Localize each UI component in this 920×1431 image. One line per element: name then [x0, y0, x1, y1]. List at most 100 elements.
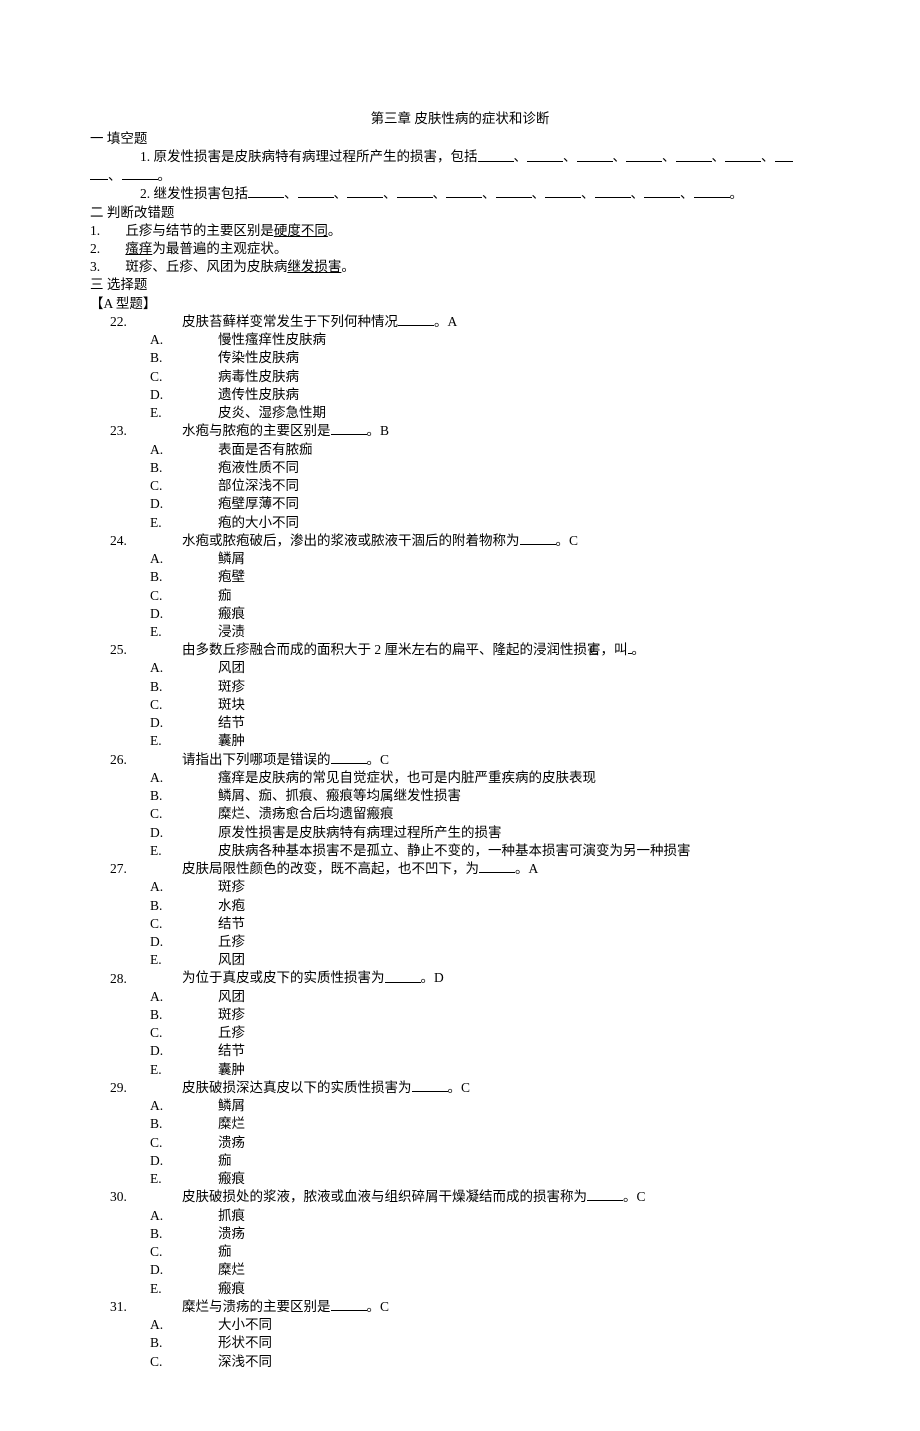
num: 3. [90, 258, 122, 276]
opt-text: 形状不同 [218, 1335, 272, 1350]
q-num: 27. [150, 860, 182, 878]
q-stem: 由多数丘疹融合而成的面积大于 2 厘米左右的扁平、隆起的浸润性损害，叫 [182, 642, 628, 657]
text: 。 [730, 186, 744, 201]
opt-text: 溃疡 [218, 1135, 245, 1150]
opt-label: E. [190, 404, 218, 422]
text: 。 [341, 259, 355, 274]
q-tail: 。C [367, 752, 390, 767]
question-30: 30.皮肤破损处的浆液，脓液或血液与组织碎屑干燥凝结而成的损害称为。C A.抓痕… [90, 1188, 830, 1297]
text: 继发性损害包括 [154, 186, 249, 201]
opt-text: 丘疹 [218, 934, 245, 949]
opt-label: C. [190, 1353, 218, 1371]
opt-label: A. [190, 1097, 218, 1115]
opt-label: A. [190, 550, 218, 568]
opt-text: 溃疡 [218, 1226, 245, 1241]
opt-text: 皮肤病各种基本损害不是孤立、静止不变的，一种基本损害可演变为另一种损害 [218, 843, 691, 858]
opt-label: B. [190, 678, 218, 696]
opt-text: 皮炎、湿疹急性期 [218, 405, 326, 420]
opt-text: 斑疹 [218, 1007, 245, 1022]
opt-label: B. [190, 1115, 218, 1133]
blank [331, 751, 367, 764]
opt-text: 痂 [218, 1244, 232, 1259]
num: 2. [90, 240, 122, 258]
opt-label: E. [190, 842, 218, 860]
judge-3: 3. 斑疹、丘疹、风团为皮肤病继发损害。 [90, 258, 830, 276]
blank [90, 167, 108, 180]
opt-label: C. [190, 915, 218, 933]
question-25: 25.由多数丘疹融合而成的面积大于 2 厘米左右的扁平、隆起的浸润性损害，叫C。… [90, 641, 830, 750]
blank [595, 185, 631, 198]
opt-text: 表面是否有脓痂 [218, 442, 313, 457]
q-num: 26. [150, 751, 182, 769]
opt-text: 部位深浅不同 [218, 478, 299, 493]
opt-text: 风团 [218, 989, 245, 1004]
q-stem: 请指出下列哪项是错误的 [182, 752, 331, 767]
opt-text: 原发性损害是皮肤病特有病理过程所产生的损害 [218, 825, 502, 840]
blank [644, 185, 680, 198]
opt-text: 瘢痕 [218, 1171, 245, 1186]
opt-text: 斑疹 [218, 879, 245, 894]
opt-label: C. [190, 477, 218, 495]
opt-text: 病毒性皮肤病 [218, 369, 299, 384]
underline-text: 硬度不同 [274, 223, 328, 238]
blank [478, 148, 514, 161]
opt-text: 囊肿 [218, 1062, 245, 1077]
question-31: 31.糜烂与溃疡的主要区别是。C A.大小不同 B.形状不同 C.深浅不同 [90, 1298, 830, 1371]
opt-label: B. [190, 1006, 218, 1024]
q-stem: 为位于真皮或皮下的实质性损害为 [182, 971, 385, 986]
opt-label: E. [190, 623, 218, 641]
opt-label: D. [190, 1042, 218, 1060]
num: 1. [140, 150, 150, 165]
blank [398, 313, 434, 326]
text: 。 [158, 168, 172, 183]
underline-text: 继发损害 [287, 259, 341, 274]
q-stem: 水疱与脓疱的主要区别是 [182, 423, 331, 438]
section-2-head: 二 判断改错题 [90, 204, 830, 222]
fill-blank-1-cont: 、。 [90, 167, 830, 185]
question-24: 24.水疱或脓疱破后，渗出的浆液或脓液干涸后的附着物称为。C A.鳞屑 B.疱壁… [90, 532, 830, 641]
opt-text: 糜烂 [218, 1116, 245, 1131]
opt-label: A. [190, 659, 218, 677]
opt-text: 风团 [218, 660, 245, 675]
fill-blank-2: 2. 继发性损害包括、、、、、、、、、。 [90, 185, 830, 203]
blank [479, 860, 515, 873]
blank [412, 1079, 448, 1092]
opt-text: 痂 [218, 1153, 232, 1168]
opt-text: 深浅不同 [218, 1354, 272, 1369]
q-num: 29. [150, 1079, 182, 1097]
chapter-title: 第三章 皮肤性病的症状和诊断 [90, 110, 830, 128]
opt-label: C. [190, 368, 218, 386]
opt-text: 瘢痕 [218, 1281, 245, 1296]
opt-text: 慢性瘙痒性皮肤病 [218, 332, 326, 347]
blank [775, 148, 793, 161]
opt-text: 疱壁厚薄不同 [218, 496, 299, 511]
a-type-label: 【A 型题】 [90, 295, 830, 313]
num: 2. [140, 186, 150, 201]
q-stem: 水疱或脓疱破后，渗出的浆液或脓液干涸后的附着物称为 [182, 533, 520, 548]
opt-text: 糜烂 [218, 1262, 245, 1277]
opt-label: C. [190, 587, 218, 605]
judge-1: 1. 丘疹与结节的主要区别是硬度不同。 [90, 222, 830, 240]
question-28: 28.为位于真皮或皮下的实质性损害为。D A.风团 B.斑疹 C.丘疹 D.结节… [90, 969, 830, 1078]
opt-label: C. [190, 696, 218, 714]
fill-blank-1: 1. 原发性损害是皮肤病特有病理过程所产生的损害，包括、、、、、、 [90, 148, 830, 166]
blank [496, 185, 532, 198]
opt-text: 抓痕 [218, 1208, 245, 1223]
opt-label: B. [190, 568, 218, 586]
underline-text: 瘙痒 [125, 241, 152, 256]
judge-2: 2. 瘙痒为最普遍的主观症状。 [90, 240, 830, 258]
opt-label: B. [190, 897, 218, 915]
opt-label: C. [190, 1134, 218, 1152]
blank [122, 167, 158, 180]
opt-label: E. [190, 732, 218, 750]
opt-label: D. [190, 824, 218, 842]
opt-text: 鳞屑、痂、抓痕、瘢痕等均属继发性损害 [218, 788, 461, 803]
opt-text: 丘疹 [218, 1025, 245, 1040]
opt-label: A. [190, 331, 218, 349]
opt-label: D. [190, 386, 218, 404]
blank [347, 185, 383, 198]
opt-text: 水疱 [218, 898, 245, 913]
q-tail: 。D [421, 971, 444, 986]
blank [626, 148, 662, 161]
opt-label: D. [190, 1152, 218, 1170]
